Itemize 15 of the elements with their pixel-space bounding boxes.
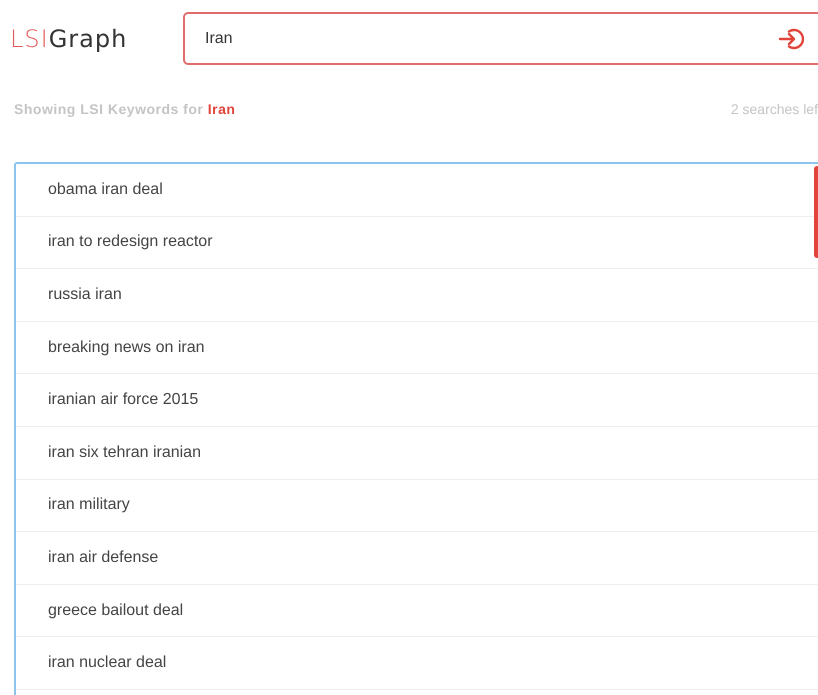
search-bar[interactable]: Iran	[183, 12, 818, 65]
keyword-item[interactable]: iran six tehran iranian	[48, 440, 201, 465]
keyword-item[interactable]: russia iran	[48, 282, 122, 307]
keyword-item[interactable]: iran air defense	[48, 546, 158, 570]
logo: LSI Graph	[10, 24, 128, 54]
keyword-item[interactable]: iran to redesign reactor	[48, 230, 213, 254]
keyword-item[interactable]: iran military	[48, 493, 130, 518]
keyword-item[interactable]: breaking news on iran	[48, 336, 205, 360]
keyword-item[interactable]: greece bailout deal	[48, 598, 184, 623]
keyword-item[interactable]: obama iran deal	[48, 178, 163, 202]
keyword-item[interactable]: iran nuclear deal	[48, 651, 166, 676]
search-field[interactable]: Iran	[205, 26, 777, 50]
searches-left-text: 2 searches lef	[730, 100, 818, 119]
keyword-item[interactable]: iranian air force 2015	[48, 388, 198, 412]
results-heading: Showing LSI Keywords for Iran	[14, 100, 236, 119]
